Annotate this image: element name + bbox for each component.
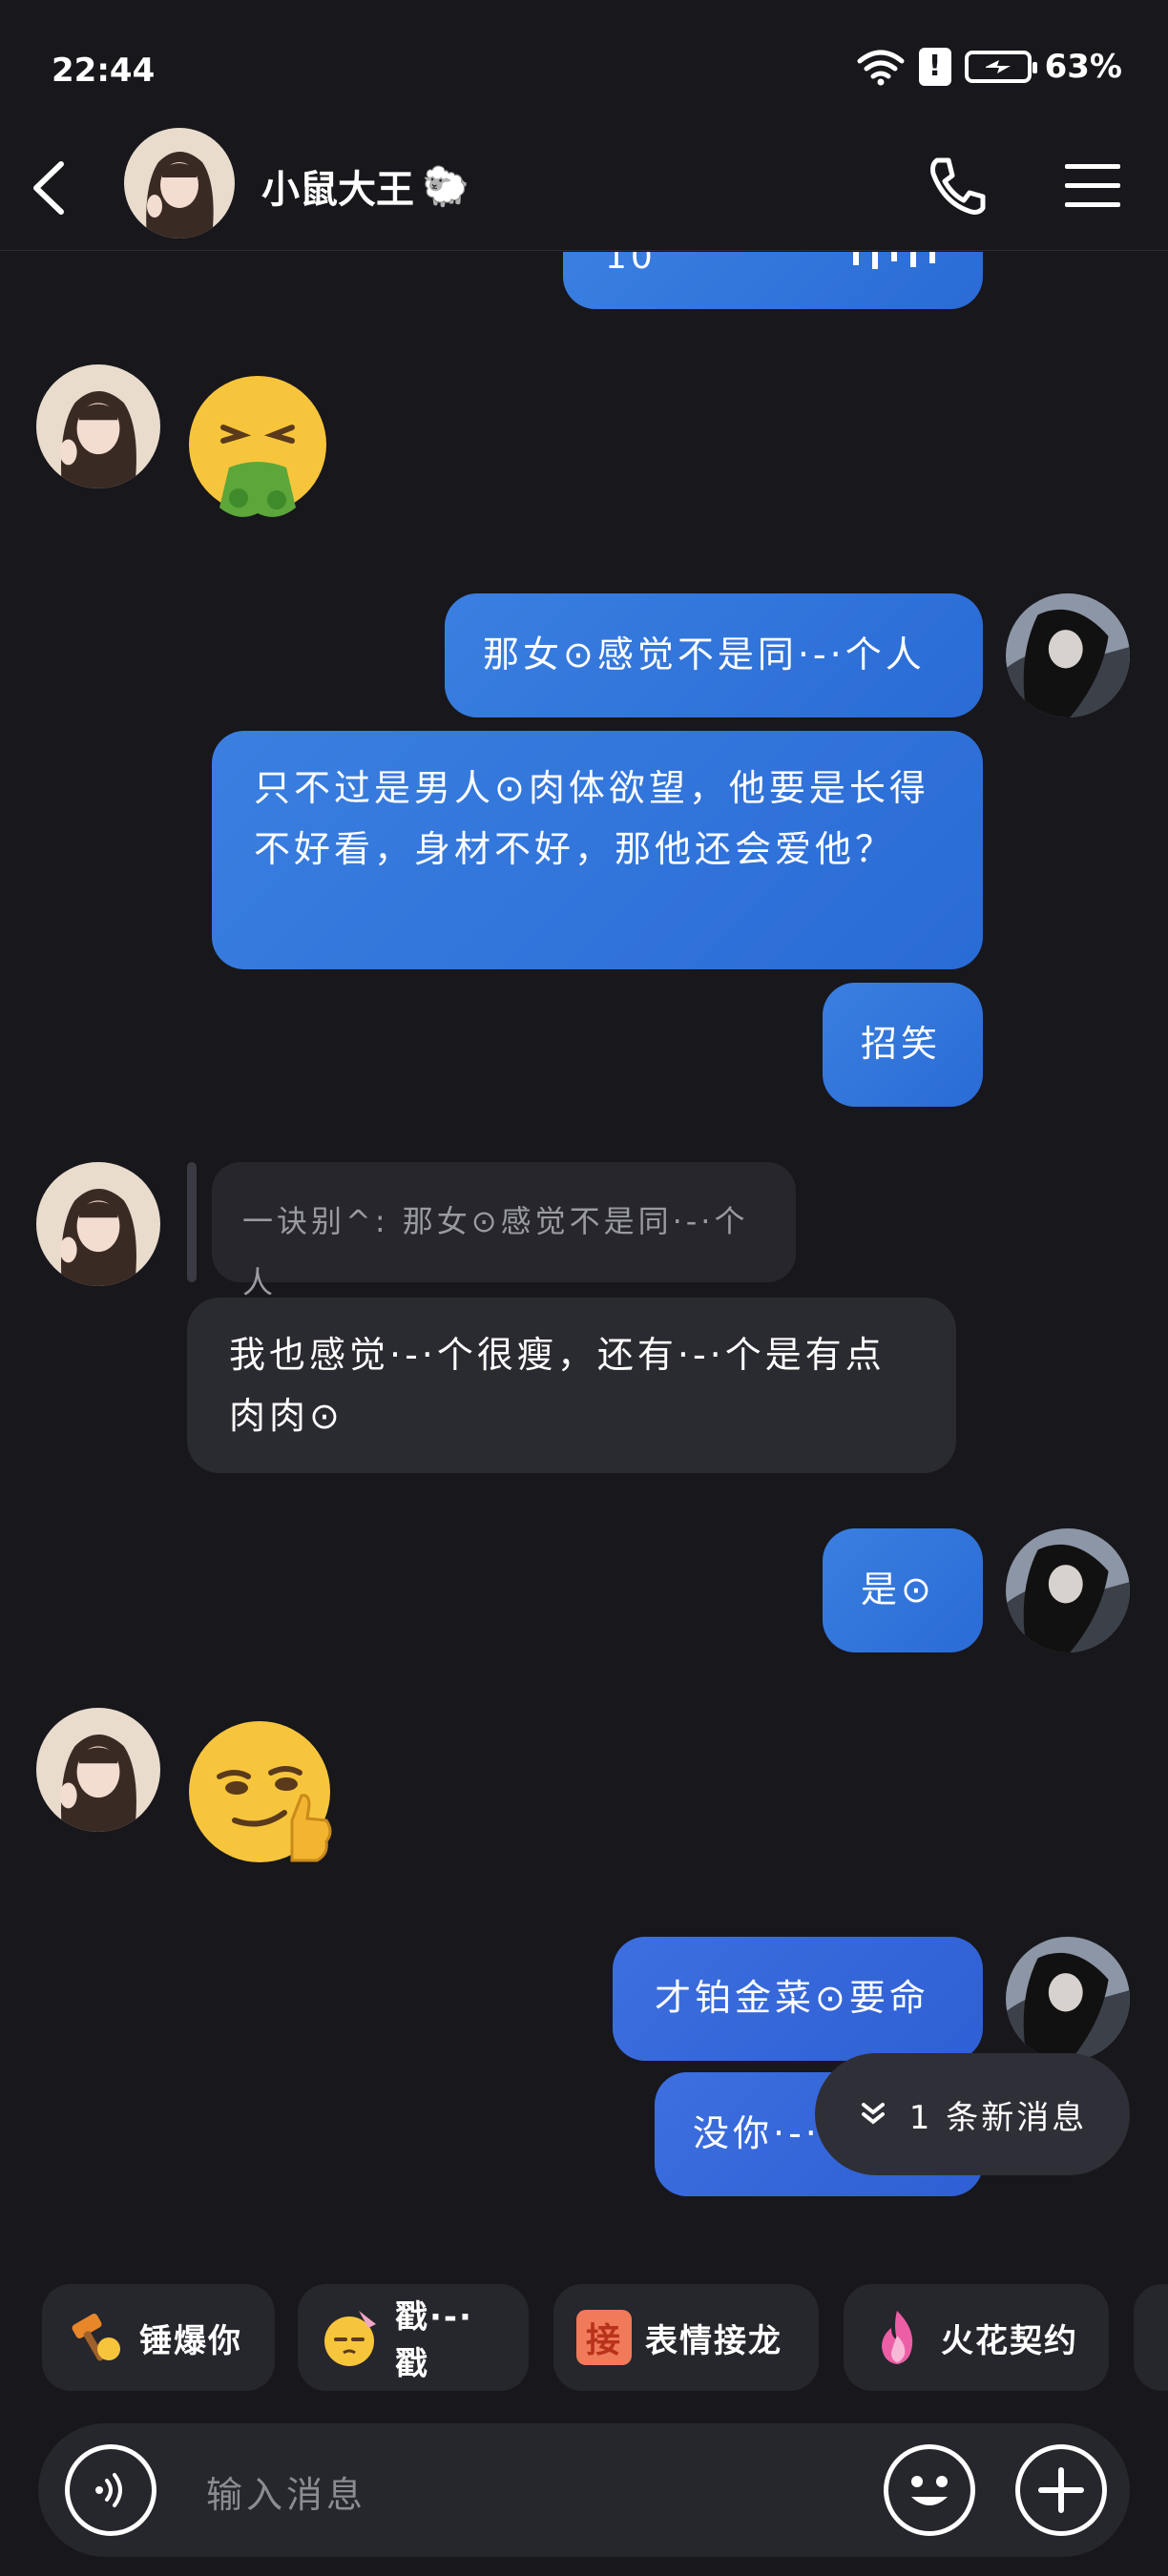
- emoji-button[interactable]: [884, 2444, 975, 2536]
- voice-message-bubble[interactable]: 10: [563, 252, 983, 309]
- voice-icon: [95, 2473, 122, 2507]
- message-bubble-out[interactable]: 那女⊙感觉不是同·-·个人: [445, 593, 983, 717]
- quoted-text: 一诀别^: 那女⊙感觉不是同·-·个人: [242, 1203, 749, 1300]
- poke-icon: [324, 2311, 376, 2366]
- quick-action-label: 火花契约: [941, 2321, 1078, 2360]
- message-bubble-out[interactable]: 是⊙: [823, 1528, 983, 1652]
- message-bubble-in[interactable]: 我也感觉·-·个很瘦，还有·-·个是有点肉肉⊙: [187, 1298, 956, 1473]
- message-bubble-out[interactable]: 只不过是男人⊙肉体欲望，他要是长得不好看，身材不好，那他还会爱他？: [212, 731, 983, 969]
- my-avatar[interactable]: [1006, 1528, 1130, 1652]
- status-icons: ! 63%: [856, 48, 1122, 86]
- quick-action-label: 锤爆你: [139, 2321, 242, 2360]
- quick-action-label: 戳·-·戳: [395, 2298, 473, 2383]
- message-text: 只不过是男人⊙肉体欲望，他要是长得不好看，身材不好，那他还会爱他？: [254, 767, 929, 870]
- battery-icon: [964, 51, 1037, 83]
- smile-icon: [911, 2476, 948, 2505]
- double-chevron-down-icon: [861, 2103, 885, 2125]
- quick-action-hammer[interactable]: 锤爆你: [42, 2284, 275, 2391]
- menu-icon[interactable]: [1063, 160, 1122, 210]
- contact-name-text: 小鼠大王: [261, 168, 414, 212]
- phone-icon[interactable]: [924, 153, 991, 219]
- contact-name[interactable]: 小鼠大王 🐑: [261, 158, 469, 214]
- chat-header: 小鼠大王 🐑: [0, 120, 1168, 251]
- voice-input-button[interactable]: [65, 2444, 156, 2536]
- contact-avatar[interactable]: [36, 1708, 160, 1832]
- smirk-thumbsup-sticker[interactable]: [185, 1717, 338, 1870]
- message-text: 那女⊙感觉不是同·-·个人: [483, 634, 926, 675]
- hammer-icon: [72, 2314, 120, 2361]
- status-time: 22:44: [52, 52, 156, 90]
- quick-action-more[interactable]: [1134, 2284, 1168, 2391]
- vomiting-face-sticker[interactable]: [181, 374, 334, 527]
- flame-icon: [882, 2311, 913, 2364]
- contact-avatar[interactable]: [36, 1162, 160, 1286]
- quote-indicator: [187, 1162, 197, 1282]
- battery-percent: 63%: [1044, 48, 1122, 86]
- my-avatar[interactable]: [1006, 593, 1130, 717]
- message-text: 是⊙: [861, 1568, 935, 1610]
- alert-icon: !: [918, 48, 951, 86]
- new-messages-label: 1 条新消息: [908, 2098, 1088, 2137]
- plus-icon: [1038, 2467, 1084, 2513]
- quick-action-label: 表情接龙: [645, 2321, 782, 2360]
- message-bubble-out[interactable]: 才铂金菜⊙要命: [613, 1937, 983, 2061]
- my-avatar[interactable]: [1006, 1937, 1130, 2061]
- wifi-icon: [857, 50, 905, 86]
- quick-action-emoji-chain[interactable]: 接 表情接龙: [553, 2284, 819, 2391]
- jie-icon: 接: [576, 2310, 632, 2365]
- message-text: 才铂金菜⊙要命: [655, 1977, 929, 2019]
- new-messages-button[interactable]: 1 条新消息: [815, 2053, 1130, 2175]
- contact-avatar[interactable]: [124, 128, 235, 239]
- quick-action-spark[interactable]: 火花契约: [844, 2284, 1109, 2391]
- plus-button[interactable]: [1015, 2444, 1107, 2536]
- message-text: 我也感觉·-·个很瘦，还有·-·个是有点肉肉⊙: [229, 1334, 886, 1437]
- contact-avatar[interactable]: [36, 364, 160, 488]
- sheep-icon: 🐑: [422, 164, 469, 209]
- message-bubble-out[interactable]: 招笑: [823, 983, 983, 1107]
- quick-action-poke[interactable]: 戳·-·戳: [298, 2284, 529, 2391]
- back-arrow-icon[interactable]: [23, 155, 80, 221]
- message-text: 招笑: [861, 1023, 942, 1065]
- voice-duration: 10: [605, 252, 657, 277]
- message-input-bar: 输入消息: [38, 2423, 1130, 2557]
- quoted-message[interactable]: 一诀别^: 那女⊙感觉不是同·-·个人: [212, 1162, 796, 1300]
- message-text: 没你·-·: [693, 2112, 821, 2154]
- message-input[interactable]: 输入消息: [206, 2465, 366, 2518]
- voice-wave-icon: [853, 252, 935, 269]
